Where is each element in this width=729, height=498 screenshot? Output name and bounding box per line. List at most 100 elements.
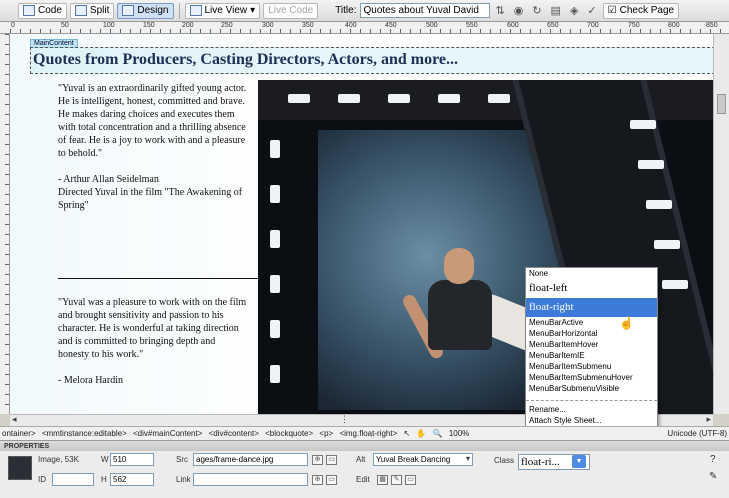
figure-head bbox=[444, 248, 474, 284]
tag-selector-item[interactable]: <blockquote> bbox=[265, 429, 313, 438]
scroll-thumb[interactable] bbox=[717, 94, 726, 114]
horizontal-ruler: 0 50 100 150 200 250 300 350 400 450 500… bbox=[0, 22, 729, 34]
select-tool-icon[interactable]: ↖ bbox=[403, 429, 410, 438]
menu-separator bbox=[526, 394, 657, 401]
live-view-label: Live View bbox=[204, 5, 248, 16]
ruler-label: 550 bbox=[466, 22, 478, 29]
menu-item-rename[interactable]: Rename... bbox=[526, 404, 657, 415]
sprocket-hole bbox=[662, 280, 688, 289]
crop-icon[interactable]: ▭ bbox=[405, 475, 416, 485]
quote-block-2[interactable]: "Yuval was a pleasure to work with on th… bbox=[58, 296, 248, 387]
edit-image-icon[interactable]: ▦ bbox=[377, 475, 388, 485]
ruler-ticks bbox=[5, 34, 9, 414]
code-icon bbox=[23, 5, 35, 16]
ruler-label: 50 bbox=[61, 22, 69, 29]
image-thumbnail bbox=[8, 456, 32, 480]
file-management-icon[interactable]: ⇅ bbox=[493, 4, 508, 17]
height-field[interactable]: 562 bbox=[110, 473, 154, 486]
check-page-button[interactable]: ☑ Check Page bbox=[602, 2, 680, 19]
preview-browser-icon[interactable]: ◉ bbox=[511, 4, 527, 17]
code-view-label: Code bbox=[38, 5, 62, 16]
title-input[interactable]: Quotes about Yuval David bbox=[359, 3, 490, 18]
menu-item-menubaritemsubmenuhover[interactable]: MenuBarItemSubmenuHover bbox=[526, 372, 657, 383]
quote-attribution: - Arthur Allan Seidelman bbox=[58, 174, 159, 185]
chevron-down-icon[interactable]: ▾ bbox=[466, 454, 470, 463]
hand-tool-icon[interactable]: ✋ bbox=[416, 429, 426, 438]
scroll-grip-icon[interactable]: ⋮ bbox=[340, 414, 349, 425]
design-view-button[interactable]: Design bbox=[117, 2, 174, 19]
visual-aids-icon[interactable]: ◈ bbox=[567, 4, 581, 17]
sprocket-hole bbox=[270, 275, 280, 293]
menu-item-menubarsubmenuvisible[interactable]: MenuBarSubmenuVisible bbox=[526, 383, 657, 394]
alt-label: Alt bbox=[356, 455, 366, 464]
properties-panel: Image, 53K ID W 510 H 562 Src ages/frame… bbox=[0, 451, 729, 498]
sprocket-hole bbox=[646, 200, 672, 209]
check-page-icon: ☑ bbox=[607, 5, 617, 16]
scroll-left-icon[interactable]: ◂ bbox=[12, 414, 17, 425]
design-icon bbox=[122, 5, 135, 16]
zoom-level[interactable]: 100% bbox=[449, 429, 469, 438]
split-view-button[interactable]: Split bbox=[69, 2, 115, 19]
sprocket-hole bbox=[270, 140, 280, 158]
quick-tag-editor-icon[interactable]: ✎ bbox=[709, 471, 717, 482]
live-code-label: Live Code bbox=[268, 5, 314, 16]
design-view-label: Design bbox=[137, 5, 169, 16]
zoom-tool-icon[interactable]: 🔍 bbox=[433, 429, 443, 438]
page-heading[interactable]: Quotes from Producers, Casting Directors… bbox=[30, 47, 713, 74]
sprocket-hole bbox=[338, 94, 360, 103]
title-label: Title: bbox=[335, 5, 357, 16]
point-to-file-icon[interactable]: ⊕ bbox=[312, 455, 323, 465]
menu-item-menubaritemsubmenu[interactable]: MenuBarItemSubmenu bbox=[526, 361, 657, 372]
code-view-button[interactable]: Code bbox=[18, 2, 67, 19]
refresh-icon[interactable]: ↻ bbox=[529, 4, 544, 17]
alt-field[interactable]: Yuval Break Dancing bbox=[373, 453, 473, 466]
scroll-right-icon[interactable]: ▸ bbox=[706, 414, 711, 425]
properties-panel-header[interactable]: PROPERTIES bbox=[0, 440, 729, 451]
menu-item-float-right[interactable]: float-right bbox=[526, 298, 657, 317]
ruler-label: 300 bbox=[262, 22, 274, 29]
src-field[interactable]: ages/frame-dance.jpg bbox=[193, 453, 308, 466]
tag-selector-bar: ontainer> <mmtinstance:editable> <div#ma… bbox=[0, 426, 729, 440]
menu-item-menubaractive[interactable]: MenuBarActive bbox=[526, 317, 657, 328]
quote-block-1[interactable]: "Yuval is an extraordinarily gifted youn… bbox=[58, 82, 248, 212]
id-field[interactable] bbox=[52, 473, 94, 486]
menu-item-menubarhorizontal[interactable]: MenuBarHorizontal bbox=[526, 328, 657, 339]
width-label: W bbox=[101, 455, 109, 464]
ruler-label: 200 bbox=[182, 22, 194, 29]
sprocket-hole bbox=[654, 240, 680, 249]
live-view-button[interactable]: Live View ▾ bbox=[184, 2, 261, 19]
view-options-icon[interactable]: ▤ bbox=[548, 4, 564, 17]
link-field[interactable] bbox=[193, 473, 308, 486]
tag-selector-item[interactable]: <img.float-right> bbox=[339, 429, 397, 438]
browse-link-folder-icon[interactable]: ▭ bbox=[326, 475, 337, 485]
menu-item-attach-style-sheet[interactable]: Attach Style Sheet... bbox=[526, 415, 657, 426]
figure-torso bbox=[428, 280, 492, 350]
tag-selector-item[interactable]: ontainer> bbox=[2, 429, 36, 438]
menu-item-menubaritemhover[interactable]: MenuBarItemHover bbox=[526, 339, 657, 350]
ruler-label: 0 bbox=[11, 22, 15, 29]
sprocket-hole bbox=[438, 94, 460, 103]
tag-selector-item[interactable]: <div#mainContent> bbox=[133, 429, 202, 438]
quote-text: "Yuval is an extraordinarily gifted youn… bbox=[58, 83, 247, 159]
ruler-label: 700 bbox=[587, 22, 599, 29]
image-settings-icon[interactable]: ✎ bbox=[391, 475, 402, 485]
chevron-down-icon[interactable]: ▾ bbox=[250, 5, 255, 16]
live-code-button[interactable]: Live Code bbox=[263, 2, 319, 19]
tag-selector-item[interactable]: <p> bbox=[319, 429, 333, 438]
split-icon bbox=[74, 5, 87, 16]
id-label: ID bbox=[38, 475, 46, 484]
vertical-scrollbar[interactable] bbox=[713, 34, 729, 414]
link-label: Link bbox=[176, 475, 191, 484]
tag-selector-item[interactable]: <mmtinstance:editable> bbox=[42, 429, 127, 438]
menu-item-menubaritemie[interactable]: MenuBarItemIE bbox=[526, 350, 657, 361]
menu-item-float-left[interactable]: float-left bbox=[526, 279, 657, 298]
help-icon[interactable]: ? bbox=[710, 454, 716, 465]
width-field[interactable]: 510 bbox=[110, 453, 154, 466]
ruler-label: 850 bbox=[706, 22, 718, 29]
browse-folder-icon[interactable]: ▭ bbox=[326, 455, 337, 465]
point-to-link-icon[interactable]: ⊕ bbox=[312, 475, 323, 485]
validate-markup-icon[interactable]: ✓ bbox=[584, 4, 599, 17]
tag-selector-item[interactable]: <div#content> bbox=[209, 429, 259, 438]
chevron-down-icon[interactable]: ▼ bbox=[572, 455, 586, 468]
menu-item-none[interactable]: None bbox=[526, 268, 657, 279]
